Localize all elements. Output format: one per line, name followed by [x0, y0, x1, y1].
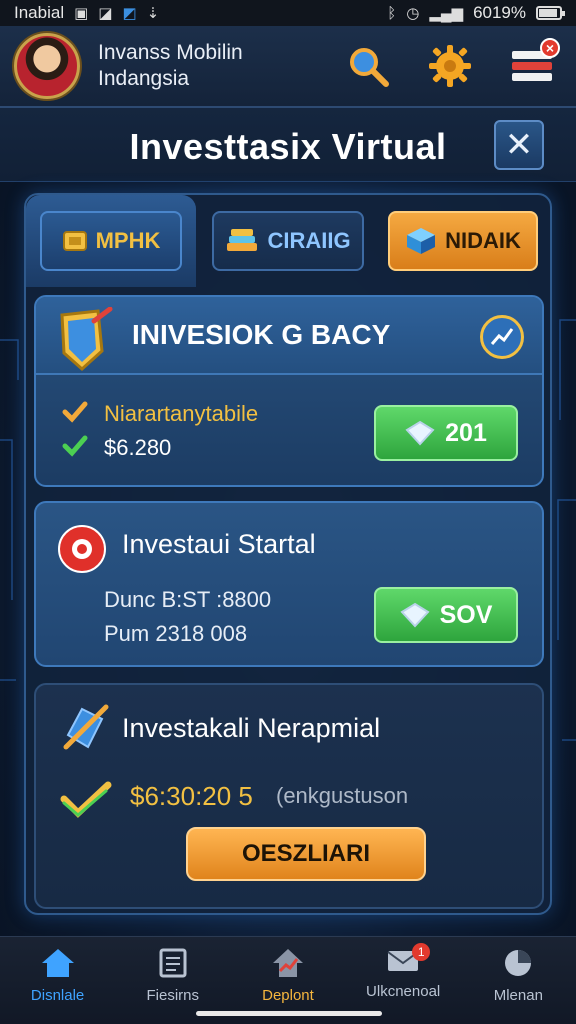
- tab-label: MPHK: [95, 228, 161, 253]
- battery-icon: [536, 6, 565, 20]
- document-icon: [159, 948, 187, 978]
- nav-label: Mlenan: [493, 987, 543, 1004]
- crystal-icon: [63, 704, 109, 750]
- app-icon: ◩: [122, 5, 137, 22]
- nav-item-mlenan[interactable]: Mlenan: [463, 947, 573, 1004]
- signal-icon: ▂▄▆: [429, 5, 464, 22]
- card-title: INIVESIOK G BACY: [132, 319, 391, 350]
- bluetooth-icon: ᛒ: [387, 4, 397, 22]
- menu-badge: ×: [540, 38, 560, 58]
- card-detail-line-2: Pum 2318 008: [104, 621, 248, 646]
- status-bar: Inabial ▣ ◪ ◩ ⇣ ᛒ ◷ ▂▄▆ 6019%: [0, 0, 576, 26]
- card-title: Investakali Nerapmial: [122, 713, 381, 743]
- close-button[interactable]: ✕: [494, 120, 544, 170]
- shield-icon: [60, 307, 113, 372]
- menu-icon[interactable]: ×: [508, 38, 560, 90]
- trend-icon[interactable]: [480, 315, 524, 359]
- button-label: SOV: [439, 600, 493, 629]
- alarm-icon: ◷: [406, 5, 420, 22]
- tab-bar: MPHK CIRAIIG NIDAIK: [26, 195, 550, 291]
- tab-label: NIDAIK: [445, 228, 521, 253]
- nav-item-ulkcnenoal[interactable]: 1 Ulkcnenoal: [348, 943, 458, 1000]
- battery-percent: 6019%: [473, 3, 526, 22]
- nav-item-home[interactable]: Disnlale: [3, 947, 113, 1004]
- cube-icon: [407, 228, 436, 254]
- investment-card-3[interactable]: Investakali Nerapmial $6:30:20 5 (enkgus…: [34, 683, 544, 909]
- image-icon: ◪: [98, 5, 113, 22]
- button-label: OESZLIARI: [241, 840, 370, 867]
- nav-label: Ulkcnenoal: [366, 983, 441, 1000]
- tab-nidaik[interactable]: NIDAIK: [388, 211, 538, 271]
- tab-mphk[interactable]: MPHK: [40, 211, 182, 271]
- card-title: Investaui Startal: [122, 529, 316, 559]
- investment-card-2[interactable]: Investaui Startal Dunc B:ST :8800 Pum 23…: [34, 501, 544, 667]
- tab-label: CIRAIIG: [267, 228, 351, 253]
- check-icon: [62, 401, 88, 423]
- card-amount: $6:30:20 5: [130, 781, 253, 811]
- card-note: (enkgustuson: [276, 783, 409, 808]
- chart-up-icon: [272, 949, 303, 977]
- close-icon: ✕: [504, 126, 534, 164]
- nav-item-fiesirns[interactable]: Fiesirns: [118, 947, 228, 1004]
- avatar[interactable]: [14, 33, 80, 99]
- gear-icon[interactable]: [426, 42, 474, 90]
- diamond-icon: [405, 420, 435, 446]
- notification-icon: ▣: [74, 5, 89, 22]
- stack-icon: [227, 229, 258, 251]
- pie-chart-icon: [505, 950, 532, 976]
- gold-icon: [62, 231, 87, 251]
- action-button[interactable]: OESZLIARI: [186, 827, 426, 881]
- app-header: Invanss Mobilin Indangsia ×: [0, 26, 576, 108]
- tab-ciraiig[interactable]: CIRAIIG: [212, 211, 364, 271]
- home-indicator[interactable]: [196, 1011, 382, 1016]
- page-title: Investtasix Virtual: [129, 126, 447, 167]
- button-label: 201: [445, 418, 487, 447]
- app-name: Invanss Mobilin Indangsia: [98, 41, 243, 90]
- title-bar: Investtasix Virtual ✕: [0, 108, 576, 182]
- invest-button-2[interactable]: SOV: [374, 587, 518, 643]
- investment-card-1[interactable]: INIVESIOK G BACY Niarartanytabile $6.280…: [34, 295, 544, 487]
- battery-fill: [539, 9, 557, 17]
- nav-label: Fiesirns: [146, 987, 200, 1004]
- nav-badge: 1: [412, 943, 431, 961]
- card-detail-line-2: $6.280: [104, 435, 172, 460]
- search-icon[interactable]: [344, 42, 392, 90]
- card-detail-line-1: Dunc B:ST :8800: [104, 587, 272, 612]
- nav-label: Deplont: [262, 987, 314, 1004]
- home-icon: [41, 949, 74, 977]
- download-icon: ⇣: [146, 5, 160, 22]
- invest-button-1[interactable]: 201: [374, 405, 518, 461]
- check-icon: [62, 435, 88, 457]
- nav-label: Disnlale: [30, 987, 85, 1004]
- investment-panel: MPHK CIRAIIG NIDAIK INIVESIOK G BACY Nia…: [24, 193, 552, 915]
- lifebuoy-icon: [58, 525, 106, 573]
- card-detail-line-1: Niarartanytabile: [104, 401, 259, 426]
- diamond-icon: [400, 602, 430, 628]
- check-icon: [60, 781, 112, 818]
- nav-item-deplont[interactable]: Deplont: [233, 947, 343, 1004]
- carrier-label: Inabial: [14, 3, 65, 22]
